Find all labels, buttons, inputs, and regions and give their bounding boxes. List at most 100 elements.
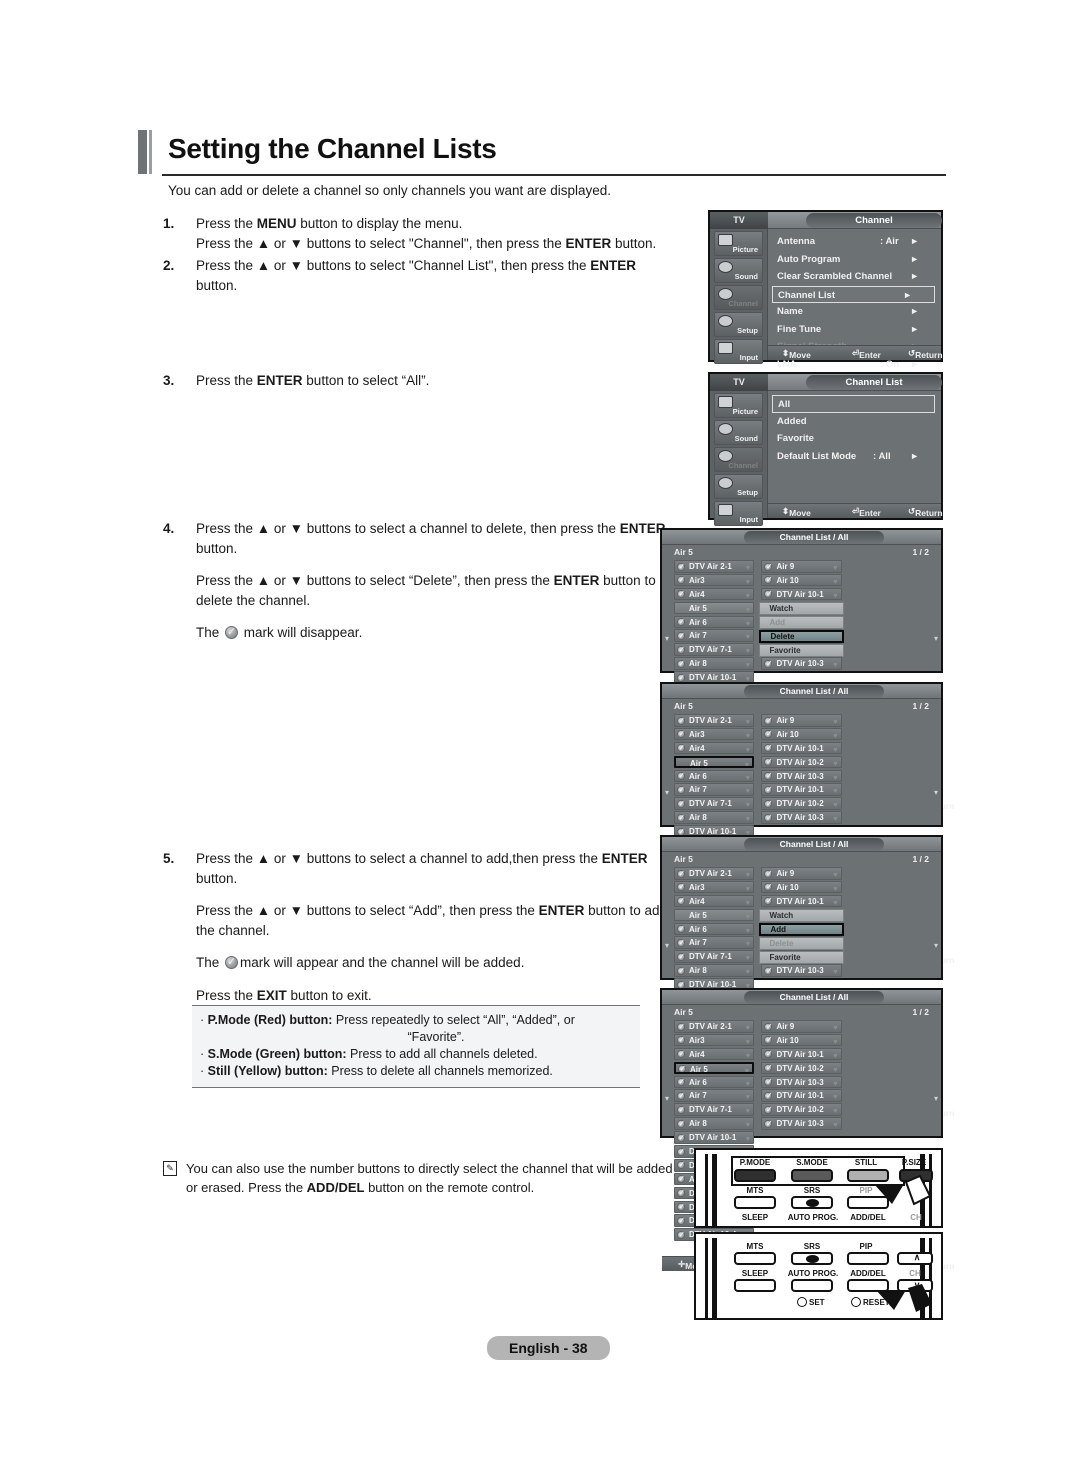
scroll-down-icon[interactable]: ▾ (934, 941, 938, 950)
mts-button[interactable] (734, 1252, 776, 1265)
auto-prog-button[interactable] (791, 1279, 833, 1292)
channel-cell[interactable]: DTV Air 10-1♥ (761, 1089, 842, 1103)
channel-cell[interactable]: Air3♥ (674, 880, 755, 894)
channel-cell[interactable]: Air4♥ (674, 587, 755, 601)
menu-row-name[interactable]: Name ► (768, 303, 941, 321)
context-menu-delete[interactable]: Delete (759, 630, 845, 643)
channel-cell[interactable]: Air 7♥ (674, 783, 755, 797)
channel-cell[interactable]: Air4♥ (674, 741, 755, 755)
menu-row-auto-program[interactable]: Auto Program ► (768, 251, 941, 269)
channel-cell[interactable]: Air4♥ (674, 1047, 755, 1061)
smode-button[interactable] (791, 1169, 833, 1182)
scroll-down-icon[interactable]: ▾ (934, 1094, 938, 1103)
context-menu-add[interactable]: Add (759, 616, 845, 629)
scroll-up-icon[interactable]: ▾ (665, 788, 669, 797)
pip-button[interactable] (847, 1252, 889, 1265)
channel-cell-selected[interactable]: Air 5♥ (674, 1061, 755, 1075)
channel-cell-selected[interactable]: Air 5♥ (674, 755, 755, 769)
channel-cell[interactable]: Air 7♥ (674, 629, 755, 643)
sidebar-item-picture[interactable]: Picture (714, 231, 763, 256)
srs-button[interactable] (791, 1252, 833, 1265)
channel-cell[interactable]: Air 9♥ (761, 867, 842, 880)
sidebar-item-setup[interactable]: Setup (714, 474, 763, 499)
channel-cell[interactable]: DTV Air 2-1♥ (674, 714, 755, 727)
sidebar-item-input[interactable]: Input (714, 339, 763, 364)
channel-cell[interactable]: DTV Air 10-2♥ (761, 755, 842, 769)
channel-cell[interactable]: Air 10♥ (761, 727, 842, 741)
channel-cell[interactable]: Air3♥ (674, 573, 755, 587)
channel-cell[interactable]: Air3♥ (674, 1033, 755, 1047)
scroll-up-icon[interactable]: ▾ (665, 1094, 669, 1103)
channel-cell[interactable]: DTV Air 10-3♥ (761, 1075, 842, 1089)
scroll-up-icon[interactable]: ▾ (665, 634, 669, 643)
menu-row-favorite[interactable]: Favorite (768, 430, 941, 448)
context-menu-watch[interactable]: Watch (759, 909, 845, 922)
channel-cell[interactable]: Air 6♥ (674, 769, 755, 783)
set-button[interactable] (797, 1297, 807, 1307)
menu-row-all[interactable]: All (772, 395, 935, 413)
context-menu-watch[interactable]: Watch (759, 602, 845, 615)
channel-cell[interactable]: Air 10♥ (761, 880, 842, 894)
channel-cell[interactable]: Air4♥ (674, 894, 755, 908)
menu-row-channel-list[interactable]: Channel List ► (772, 285, 935, 303)
channel-cell[interactable]: Air 8♥ (674, 1117, 755, 1130)
pmode-button[interactable] (734, 1169, 776, 1182)
channel-cell[interactable]: DTV Air 2-1♥ (674, 560, 755, 573)
channel-cell[interactable]: Air 7♥ (674, 936, 755, 950)
channel-cell[interactable]: DTV Air 7-1♥ (674, 950, 755, 963)
channel-cell[interactable]: Air 9♥ (761, 560, 842, 573)
channel-cell[interactable]: DTV Air 7-1♥ (674, 643, 755, 656)
menu-row-antenna[interactable]: Antenna: Air ► (768, 233, 941, 251)
channel-cell[interactable]: DTV Air 7-1♥ (674, 797, 755, 810)
context-menu-delete[interactable]: Delete (759, 937, 845, 950)
channel-cell[interactable]: Air 6♥ (674, 615, 755, 629)
channel-cell[interactable]: DTV Air 10-3♥ (761, 1117, 842, 1130)
sidebar-item-channel[interactable]: Channel (714, 285, 763, 310)
channel-cell[interactable]: Air 6♥ (674, 1075, 755, 1089)
sidebar-item-picture[interactable]: Picture (714, 393, 763, 418)
channel-cell[interactable]: Air 10♥ (761, 573, 842, 587)
menu-row-fine-tune[interactable]: Fine Tune ► (768, 321, 941, 339)
channel-cell[interactable]: DTV Air 10-3♥ (761, 964, 842, 977)
context-menu-add[interactable]: Add (759, 923, 845, 936)
channel-cell-selected[interactable]: Air 5♥ (674, 601, 755, 615)
channel-cell[interactable]: DTV Air 10-1♥ (761, 587, 842, 601)
mts-button[interactable] (734, 1196, 776, 1209)
sidebar-item-input[interactable]: Input (714, 501, 763, 526)
context-menu-favorite[interactable]: Favorite (759, 644, 845, 658)
sidebar-item-setup[interactable]: Setup (714, 312, 763, 337)
channel-cell[interactable]: Air3♥ (674, 727, 755, 741)
channel-cell[interactable]: DTV Air 10-2♥ (761, 797, 842, 810)
channel-cell[interactable]: DTV Air 10-3♥ (761, 769, 842, 783)
menu-row-default-list-mode[interactable]: Default List Mode: All ► (768, 448, 941, 466)
channel-cell-selected[interactable]: Air 5♥ (674, 908, 755, 922)
channel-cell[interactable]: DTV Air 10-1♥ (761, 741, 842, 755)
channel-cell[interactable]: DTV Air 10-2♥ (761, 1103, 842, 1116)
channel-cell[interactable]: Air 9♥ (761, 1020, 842, 1033)
reset-button[interactable] (851, 1297, 861, 1307)
channel-up-button[interactable]: ∧ (897, 1252, 933, 1265)
sidebar-item-sound[interactable]: Sound (714, 258, 763, 283)
sidebar-item-sound[interactable]: Sound (714, 420, 763, 445)
channel-cell[interactable]: DTV Air 10-1♥ (761, 894, 842, 908)
channel-cell[interactable]: DTV Air 10-3♥ (761, 657, 842, 670)
channel-cell[interactable]: DTV Air 2-1♥ (674, 1020, 755, 1033)
sleep-button[interactable] (734, 1279, 776, 1292)
channel-cell[interactable]: DTV Air 10-3♥ (761, 811, 842, 824)
menu-row-clear-scrambled-channel[interactable]: Clear Scrambled Channel ► (768, 268, 941, 286)
srs-button[interactable] (791, 1196, 833, 1209)
channel-cell[interactable]: DTV Air 7-1♥ (674, 1103, 755, 1116)
sidebar-item-channel[interactable]: Channel (714, 447, 763, 472)
channel-cell[interactable]: Air 8♥ (674, 964, 755, 977)
scroll-down-icon[interactable]: ▾ (934, 634, 938, 643)
channel-cell[interactable]: Air 6♥ (674, 922, 755, 936)
context-menu-favorite[interactable]: Favorite (759, 951, 845, 965)
channel-cell[interactable]: Air 8♥ (674, 657, 755, 670)
channel-cell[interactable]: DTV Air 2-1♥ (674, 867, 755, 880)
channel-cell[interactable]: DTV Air 10-2♥ (761, 1061, 842, 1075)
scroll-down-icon[interactable]: ▾ (934, 788, 938, 797)
channel-cell[interactable]: Air 9♥ (761, 714, 842, 727)
channel-cell[interactable]: Air 10♥ (761, 1033, 842, 1047)
channel-cell[interactable]: Air 8♥ (674, 811, 755, 824)
channel-cell[interactable]: DTV Air 10-1♥ (761, 1047, 842, 1061)
